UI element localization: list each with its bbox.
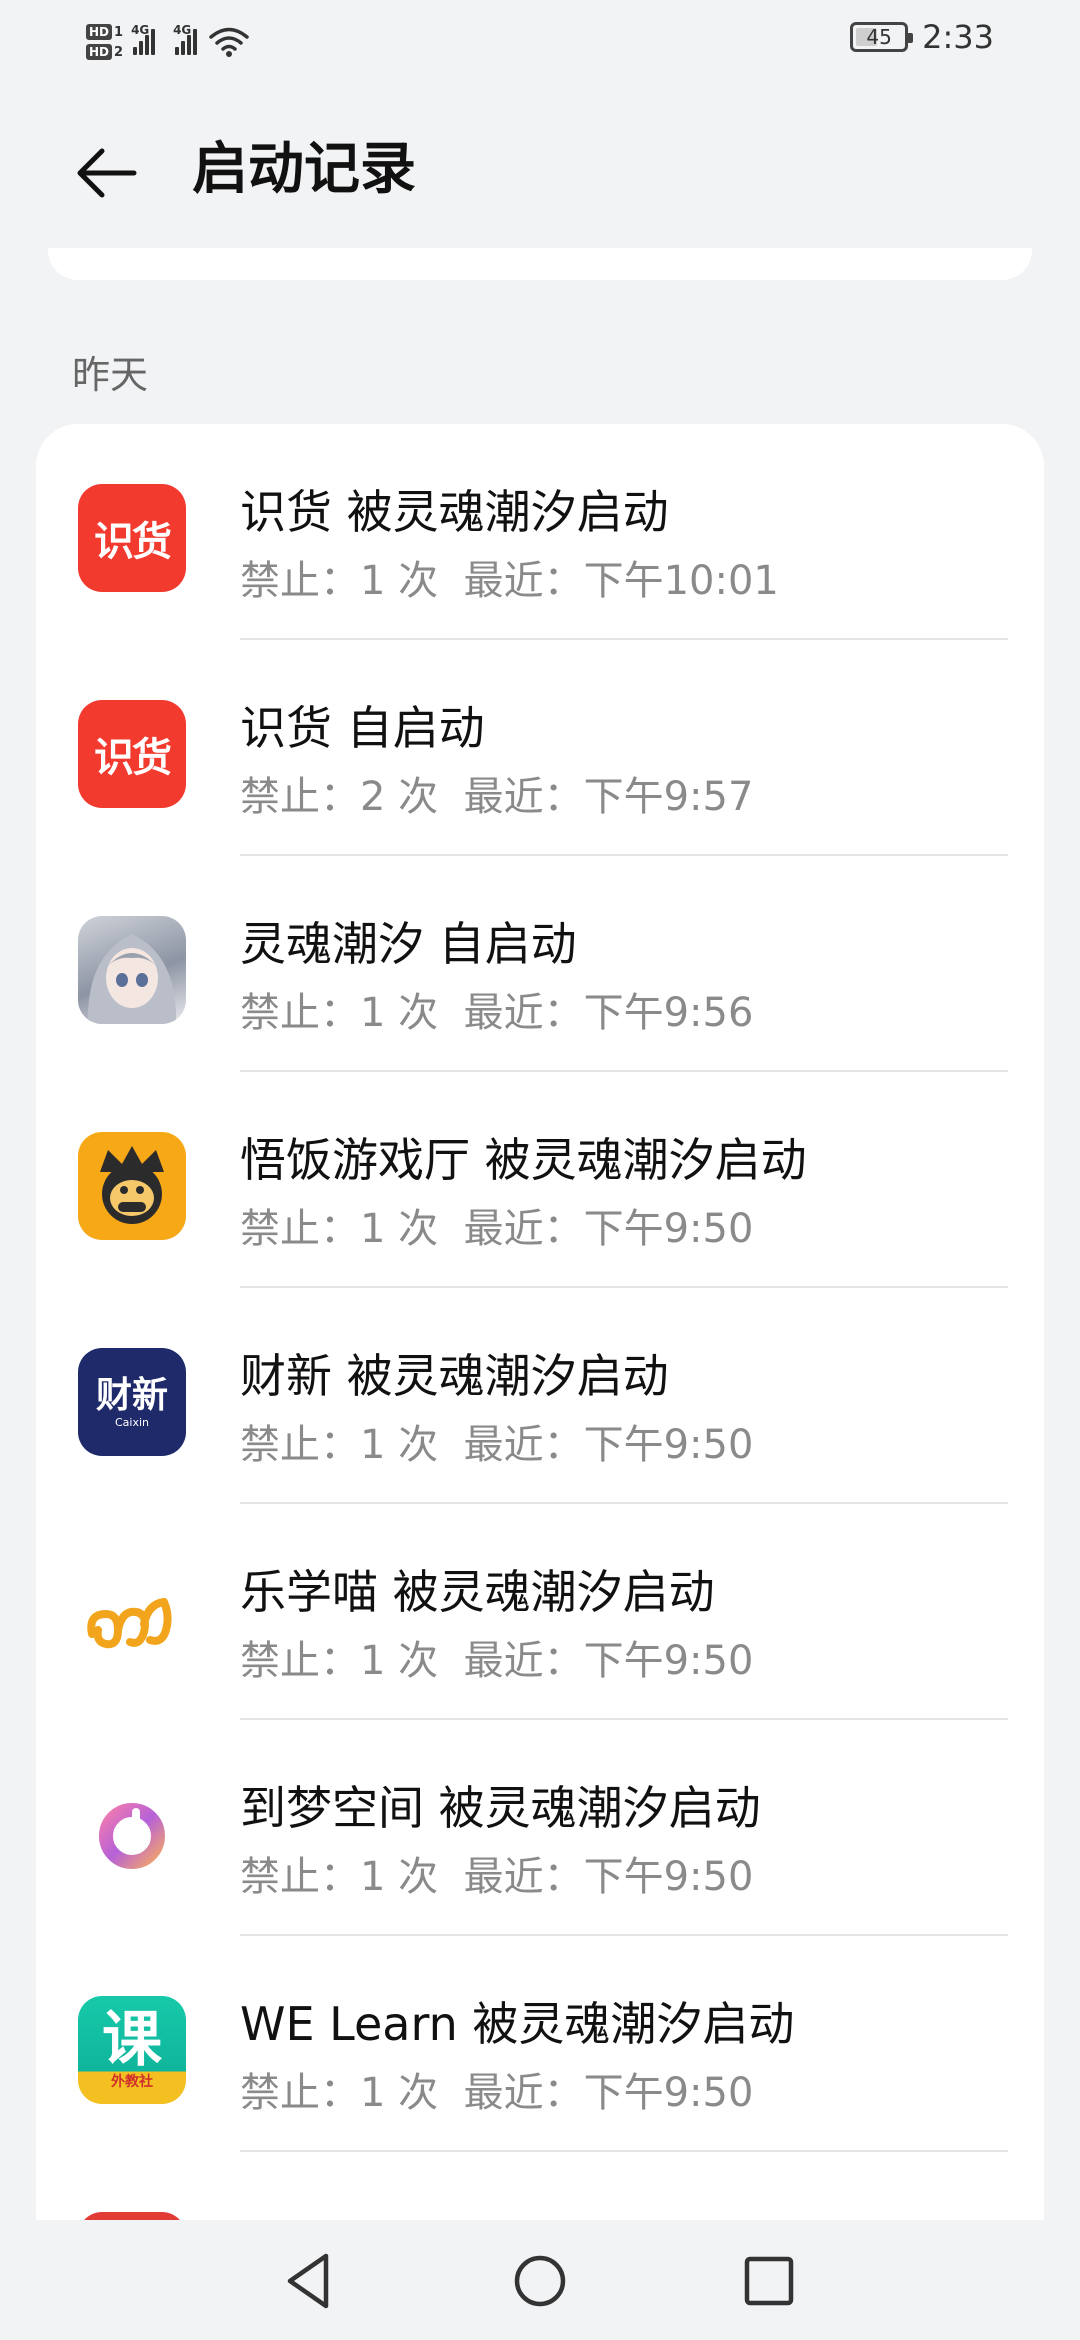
clock: 2:33 xyxy=(922,18,994,56)
status-bar: HD 1 HD 2 4G 4G 45 2:33 xyxy=(0,0,1080,80)
section-label-yesterday: 昨天 xyxy=(72,353,149,397)
list-item[interactable]: 乐学喵 被灵魂潮汐启动 禁止：1 次 最近：下午9:50 xyxy=(36,1504,1044,1720)
hd-1-badge: HD 1 xyxy=(86,24,123,40)
item-title: 乐学喵 被灵魂潮汐启动 xyxy=(240,1565,715,1619)
item-meta: 禁止：1 次 最近：下午9:50 xyxy=(240,1422,754,1468)
caixin-app-icon: 财新 Caixin xyxy=(78,1348,186,1456)
hd-2-badge: HD 2 xyxy=(86,44,123,60)
status-left: HD 1 HD 2 4G 4G xyxy=(86,12,249,72)
collapsed-card-edge xyxy=(48,248,1032,280)
item-meta: 禁止：1 次 最近：下午9:56 xyxy=(240,990,754,1036)
shihuo-app-icon: 识货 xyxy=(78,484,186,592)
nav-back-icon[interactable] xyxy=(274,2246,344,2316)
launch-record-list: 识货 识货 被灵魂潮汐启动 禁止：1 次 最近：下午10:01 识货 识货 自启… xyxy=(36,424,1044,2264)
page-title: 启动记录 xyxy=(192,137,416,202)
item-title: 灵魂潮汐 自启动 xyxy=(240,917,577,971)
nav-recents-icon[interactable] xyxy=(734,2246,804,2316)
list-item[interactable]: 悟饭游戏厅 被灵魂潮汐启动 禁止：1 次 最近：下午9:50 xyxy=(36,1072,1044,1288)
item-meta: 禁止：1 次 最近：下午9:50 xyxy=(240,2070,754,2116)
list-item[interactable]: 识货 识货 自启动 禁止：2 次 最近：下午9:57 xyxy=(36,640,1044,856)
nav-home-icon[interactable] xyxy=(505,2246,575,2316)
item-title: 悟饭游戏厅 被灵魂潮汐启动 xyxy=(240,1133,807,1187)
app-header: 启动记录 xyxy=(0,110,1080,230)
item-meta: 禁止：2 次 最近：下午9:57 xyxy=(240,774,754,820)
lexuemiao-app-icon xyxy=(78,1564,186,1672)
arrow-left-icon[interactable] xyxy=(72,138,142,208)
list-item[interactable]: 财新 Caixin 财新 被灵魂潮汐启动 禁止：1 次 最近：下午9:50 xyxy=(36,1288,1044,1504)
wufan-app-icon xyxy=(78,1132,186,1240)
item-meta: 禁止：1 次 最近：下午9:50 xyxy=(240,1854,754,1900)
signal-1-icon: 4G xyxy=(131,23,156,55)
shihuo-app-icon: 识货 xyxy=(78,700,186,808)
linghun-app-icon xyxy=(78,916,186,1024)
list-item[interactable]: 课 外教社 WE Learn 被灵魂潮汐启动 禁止：1 次 最近：下午9:50 xyxy=(36,1936,1044,2152)
item-title: 识货 自启动 xyxy=(240,701,485,755)
item-title: WE Learn 被灵魂潮汐启动 xyxy=(240,1997,795,2051)
wifi-icon xyxy=(209,27,249,57)
list-item[interactable]: 到梦空间 被灵魂潮汐启动 禁止：1 次 最近：下午9:50 xyxy=(36,1720,1044,1936)
item-title: 识货 被灵魂潮汐启动 xyxy=(240,485,669,539)
battery-icon: 45 xyxy=(850,22,914,52)
signal-2-icon: 4G xyxy=(173,23,198,55)
welearn-app-icon: 课 外教社 xyxy=(78,1996,186,2104)
status-right: 45 2:33 xyxy=(850,18,994,56)
item-title: 到梦空间 被灵魂潮汐启动 xyxy=(240,1781,761,1835)
navigation-bar xyxy=(0,2220,1080,2340)
list-item[interactable]: 灵魂潮汐 自启动 禁止：1 次 最近：下午9:56 xyxy=(36,856,1044,1072)
item-meta: 禁止：1 次 最近：下午10:01 xyxy=(240,558,779,604)
item-title: 财新 被灵魂潮汐启动 xyxy=(240,1349,669,1403)
daomeng-app-icon xyxy=(78,1780,186,1888)
item-meta: 禁止：1 次 最近：下午9:50 xyxy=(240,1206,754,1252)
item-meta: 禁止：1 次 最近：下午9:50 xyxy=(240,1638,754,1684)
list-item[interactable]: 识货 识货 被灵魂潮汐启动 禁止：1 次 最近：下午10:01 xyxy=(36,424,1044,640)
